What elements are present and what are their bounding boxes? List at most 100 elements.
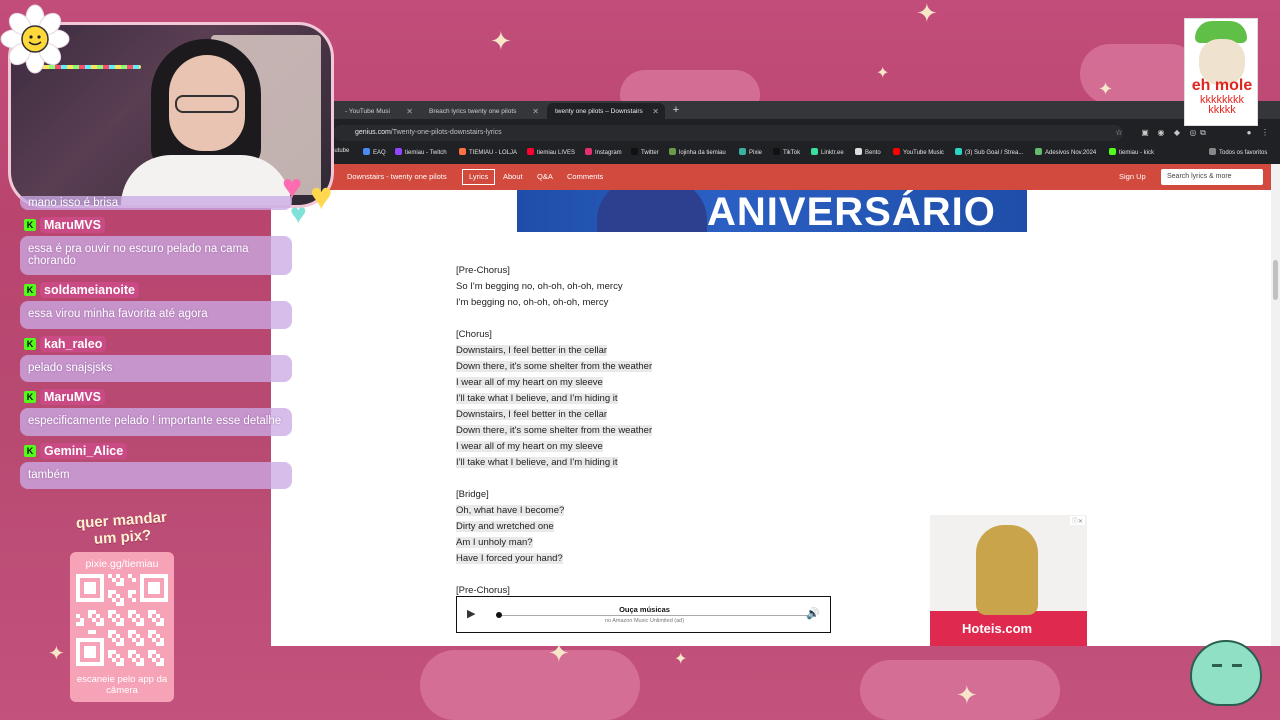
lyric-text: Downstairs, I feel better in the cellar [456, 345, 608, 356]
lyric-line[interactable]: I'll take what I believe, and I'm hiding… [456, 455, 876, 471]
lyric-text: I'll take what I believe, and I'm hiding… [456, 457, 618, 468]
profile-avatar-icon[interactable]: ● [1243, 127, 1255, 139]
browser-tab[interactable]: - YouTube Musi ✕ [337, 103, 419, 119]
url-host: genius.com [355, 129, 391, 136]
lyric-line[interactable]: Oh, what have I become? [456, 503, 876, 519]
bookmark-item[interactable]: tiemiau - kick [1109, 148, 1154, 156]
lyric-text: Oh, what have I become? [456, 505, 565, 516]
all-bookmarks[interactable]: Todos os favoritos [1209, 148, 1267, 156]
nav-about-link[interactable]: About [503, 172, 523, 181]
bookmark-item[interactable]: (3) Sub Goal / Strea... [955, 148, 1023, 156]
lyric-line[interactable]: Down there, it's some shelter from the w… [456, 359, 876, 375]
chat-text: pelado snajsjsks [20, 354, 292, 382]
close-icon[interactable]: ✕ [532, 107, 539, 116]
star-decoration: ✦ [1098, 79, 1114, 99]
banner-text: ANIVERSÁRIO [707, 190, 996, 234]
extensions-puzzle-icon[interactable]: ⧉ [1197, 127, 1209, 139]
scrollbar-thumb[interactable] [1273, 260, 1278, 300]
lyric-text: [Pre-Chorus] [456, 265, 510, 276]
audio-player: ▶ Ouça músicas no Amazon Music Unlimited… [456, 596, 831, 633]
lyric-text: [Pre-Chorus] [456, 585, 510, 596]
bookmark-item[interactable]: Instagram [585, 148, 622, 156]
bookmark-item[interactable]: tiemiau - Twitch [395, 148, 447, 156]
progress-track[interactable] [497, 615, 807, 616]
sign-up-link[interactable]: Sign Up [1119, 172, 1146, 181]
bookmark-item[interactable]: lojinha da tiemiau [669, 148, 726, 156]
extension-icon[interactable]: ▣ [1139, 127, 1151, 139]
lyric-line: So I'm begging no, oh-oh, oh-oh, mercy [456, 279, 876, 295]
close-icon[interactable]: ✕ [652, 107, 659, 116]
browser-window: - YouTube Musi ✕ Breach lyrics twenty on… [271, 101, 1280, 646]
lyric-text: Dirty and wretched one [456, 521, 554, 532]
ad-close-icon[interactable]: ⓘ✕ [1069, 516, 1085, 525]
tab-label: twenty one pilots – Downstairs [555, 107, 643, 115]
address-bar[interactable]: genius.com/Twenty-one-pilots-downstairs-… [333, 125, 1123, 141]
lyric-line[interactable]: Have I forced your hand? [456, 551, 876, 567]
bookmark-item[interactable]: EAQ [363, 148, 386, 156]
lyric-line[interactable]: Downstairs, I feel better in the cellar [456, 343, 876, 359]
chat-message: Kkah_raleo pelado snajsjsks [20, 335, 292, 382]
pix-url: pixie.gg/tiemiau [85, 558, 159, 570]
chat-text: também [20, 461, 292, 489]
qr-code-icon [76, 574, 168, 666]
heart-icon: ♥ [310, 176, 333, 218]
song-title-link[interactable]: Downstairs - twenty one pilots [347, 172, 447, 181]
lyric-line[interactable]: I wear all of my heart on my sleeve [456, 375, 876, 391]
bookmark-item[interactable]: Twitter [631, 148, 659, 156]
chat-message: K Gemini_Alice também [20, 442, 292, 489]
tab-label: Breach lyrics twenty one pilots [429, 107, 517, 115]
search-input[interactable]: Search lyrics & more [1161, 169, 1263, 185]
hotel-ad[interactable]: Hoteis.com ⓘ✕ [930, 515, 1087, 646]
player-subtitle: no Amazon Music Unlimited (ad) [604, 618, 685, 624]
lyric-line: [Chorus] [456, 327, 876, 343]
lyric-text: Have I forced your hand? [456, 553, 563, 564]
pix-footer: escaneie pelo app da câmera [76, 674, 168, 696]
kick-badge-icon: K [24, 391, 36, 403]
bookmark-item[interactable]: Linktr.ee [811, 148, 844, 156]
nav-qa-link[interactable]: Q&A [537, 172, 553, 181]
volume-icon[interactable]: 🔊 [806, 607, 820, 620]
bookmark-item[interactable]: Adesivos Nov.2024 [1035, 148, 1096, 156]
lyric-text: Down there, it's some shelter from the w… [456, 425, 653, 436]
browser-tab[interactable]: Breach lyrics twenty one pilots ✕ [421, 103, 545, 119]
bookmark-item[interactable]: TikTok [773, 148, 800, 156]
ad-banner[interactable]: ANIVERSÁRIO [517, 190, 1027, 240]
chat-text: essa virou minha favorita até agora [20, 301, 292, 329]
chat-text: essa é pra ouvir no escuro pelado na cam… [20, 236, 292, 275]
star-decoration: ✦ [916, 0, 938, 28]
star-decoration: ✦ [956, 680, 978, 710]
url-path: /Twenty-one-pilots-downstairs-lyrics [390, 129, 502, 136]
star-decoration: ✦ [674, 651, 688, 668]
scrollbar[interactable] [1271, 164, 1280, 646]
nav-lyrics-button[interactable]: Lyrics [462, 169, 496, 185]
bookmark-item[interactable]: tiemiau LIVES [527, 148, 575, 156]
chat-username: MaruMVS [40, 217, 105, 233]
close-icon[interactable]: ✕ [406, 107, 413, 116]
chat-message: mano isso é brisa [20, 196, 292, 210]
bookmark-item[interactable]: YouTube Music [893, 148, 944, 156]
chat-message: K MaruMVS especificamente pelado ! import… [20, 388, 292, 436]
nav-comments-link[interactable]: Comments [567, 172, 603, 181]
extension-icon[interactable]: ◆ [1171, 127, 1183, 139]
browser-tab-active[interactable]: twenty one pilots – Downstairs ✕ [547, 103, 665, 119]
new-tab-icon[interactable]: + [669, 104, 683, 118]
star-decoration: ✦ [876, 65, 890, 82]
bookmark-item[interactable]: TIEMIAU - LOLJA [459, 148, 517, 156]
chat-username: Gemini_Alice [40, 442, 128, 459]
lyric-line[interactable]: Down there, it's some shelter from the w… [456, 423, 876, 439]
bookmark-star-icon[interactable]: ☆ [1113, 127, 1125, 139]
lyric-line[interactable]: I wear all of my heart on my sleeve [456, 439, 876, 455]
bookmark-item[interactable]: Bento [855, 148, 881, 156]
mascot-blob-icon [1190, 640, 1262, 706]
extension-icon[interactable]: ◉ [1155, 127, 1167, 139]
chat-username: MaruMVS [40, 389, 105, 405]
lyric-line[interactable]: I'll take what I believe, and I'm hiding… [456, 391, 876, 407]
bookmark-item[interactable]: Pixie [739, 148, 762, 156]
chat-username: soldameianoite [40, 282, 139, 298]
menu-kebab-icon[interactable]: ⋮ [1259, 127, 1271, 139]
chat-text: especificamente pelado ! importante esse… [20, 408, 292, 436]
heart-icon: ♥ [290, 198, 307, 229]
lyric-line[interactable]: Dirty and wretched one [456, 519, 876, 535]
lyric-line[interactable]: Am I unholy man? [456, 535, 876, 551]
lyric-line[interactable]: Downstairs, I feel better in the cellar [456, 407, 876, 423]
